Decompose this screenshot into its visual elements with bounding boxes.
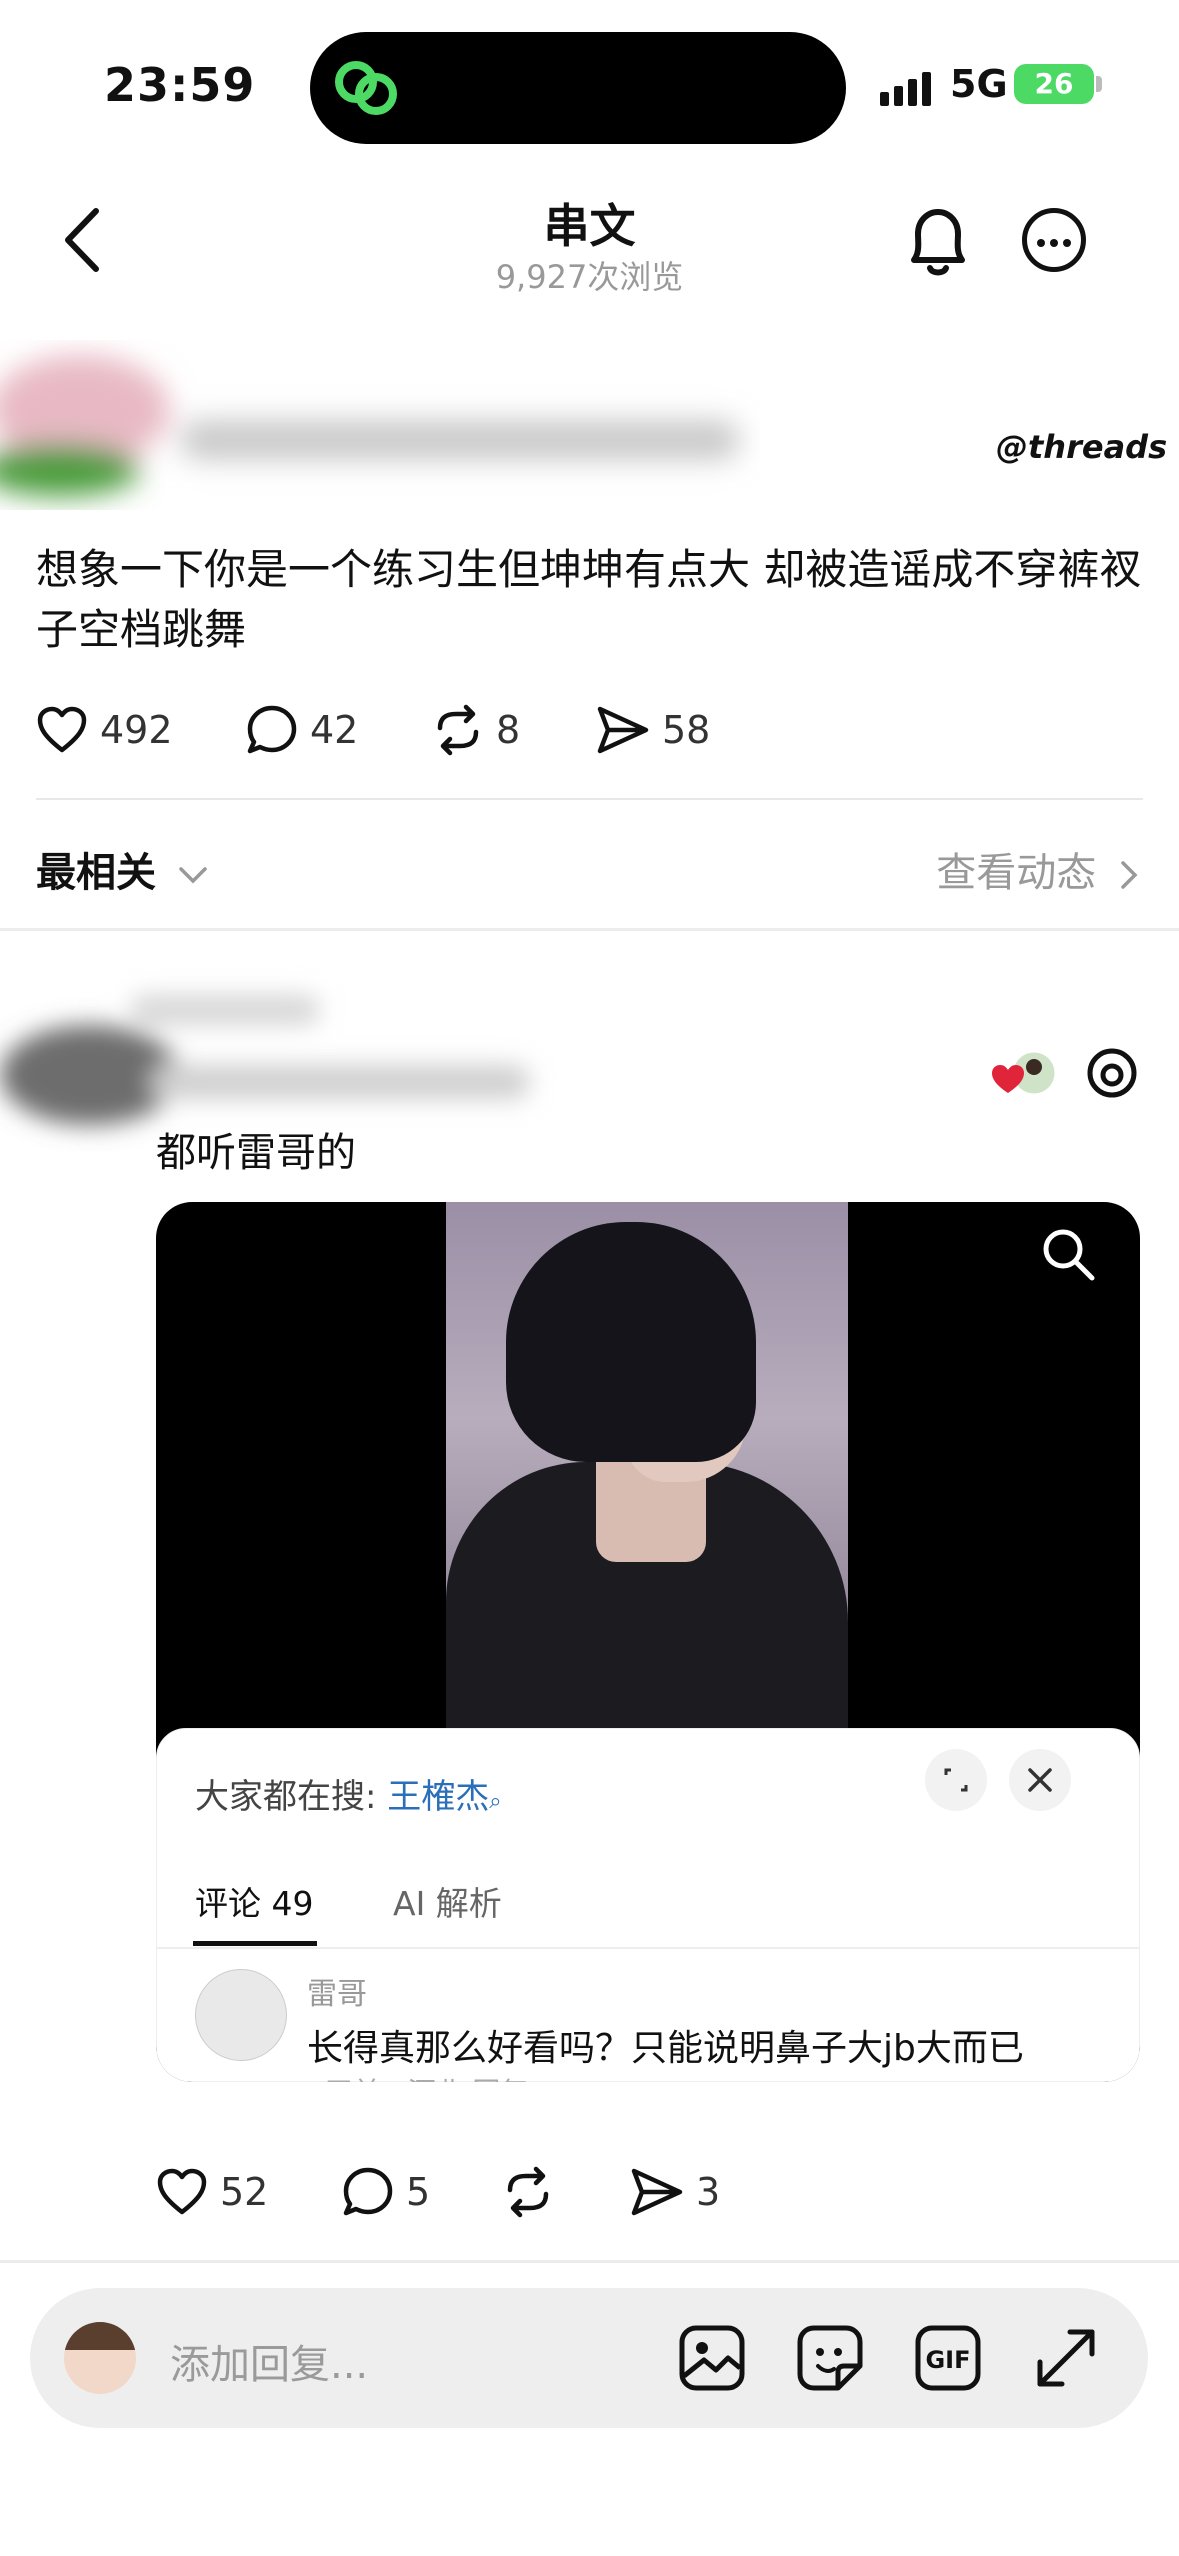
reply-media[interactable]: 大家都在搜: 王榷杰⌕ 评论 49 AI 解析 雷哥 长得真那么好看吗？只能说明… (156, 1202, 1140, 2082)
repost-icon (437, 704, 479, 756)
status-time: 23:59 (104, 58, 256, 112)
comment-count: 5 (406, 2170, 431, 2214)
avatar (64, 2322, 136, 2394)
reply-input[interactable]: 添加回复... (170, 2332, 368, 2390)
battery-cap (1096, 76, 1102, 92)
expand-arrow-icon[interactable] (1030, 2322, 1102, 2394)
photo (446, 1202, 848, 1742)
repost-count: 8 (496, 708, 521, 752)
avatar-hair (64, 2322, 136, 2350)
comment-icon (343, 2167, 393, 2216)
author-blurred (0, 355, 740, 496)
heart-icon (37, 706, 87, 753)
repost-button[interactable] (502, 2166, 554, 2218)
reply-text: 都听雷哥的 (156, 1130, 356, 1176)
search-icon: ⌕ (489, 1789, 502, 1814)
like-button[interactable]: 52 (156, 2168, 268, 2216)
post-text: 想象一下你是一个练习生但坤坤有点大 却被造谣成不穿裤衩子空档跳舞 (36, 545, 1142, 654)
like-count: 52 (220, 2170, 269, 2214)
view-activity-link[interactable]: 查看动态 (936, 840, 1139, 898)
page-title: 串文 (543, 199, 636, 253)
signal-icon (880, 72, 931, 106)
tab-ai-analysis[interactable]: AI 解析 (393, 1877, 502, 1925)
comment-button[interactable]: 5 (342, 2166, 430, 2218)
threads-brand: @threads (996, 428, 1168, 466)
share-count: 3 (696, 2170, 721, 2214)
comment-author[interactable]: 雷哥 (307, 1969, 367, 2013)
comment-meta: 1天前 · 河北 回复 (307, 2071, 528, 2082)
comment-count: 42 (310, 708, 359, 752)
tab-underline (193, 1941, 317, 1946)
like-count: 492 (100, 708, 173, 752)
app-link-icon (335, 61, 397, 115)
share-count: 58 (662, 708, 711, 752)
close-icon (1028, 1768, 1052, 1792)
expand-icon (944, 1768, 968, 1792)
post-stats: 492 42 8 58 (0, 700, 1179, 760)
reply-composer[interactable]: 添加回复... GIF (30, 2288, 1148, 2428)
gif-icon[interactable]: GIF (912, 2322, 984, 2394)
share-icon (631, 2168, 683, 2216)
repost-button[interactable]: 8 (432, 704, 520, 756)
comment-text: 长得真那么好看吗？只能说明鼻子大jb大而已 (307, 2028, 1024, 2069)
expand-button[interactable] (925, 1749, 987, 1811)
battery-level: 26 (1014, 64, 1094, 104)
chevron-right-icon (1121, 861, 1138, 889)
image-icon[interactable] (676, 2322, 748, 2394)
threads-icon: @ (996, 428, 1028, 466)
comment-sheet: 大家都在搜: 王榷杰⌕ 评论 49 AI 解析 雷哥 长得真那么好看吗？只能说明… (156, 1728, 1140, 2082)
heart-icon (157, 2168, 207, 2215)
share-button[interactable]: 3 (630, 2167, 720, 2217)
share-icon (597, 706, 649, 754)
trending-search[interactable]: 大家都在搜: 王榷杰⌕ (195, 1769, 502, 1818)
network-type: 5G (950, 62, 1008, 106)
sheet-divider (157, 1947, 1140, 1949)
bell-icon[interactable] (900, 202, 976, 282)
reply-stats: 52 5 3 (0, 2162, 1179, 2222)
tab-comments[interactable]: 评论 49 (195, 1877, 313, 1925)
comment-button[interactable]: 42 (246, 704, 358, 756)
repost-icon (507, 2166, 549, 2218)
share-button[interactable]: 58 (596, 705, 710, 755)
section-divider (0, 2260, 1179, 2263)
more-icon[interactable] (1022, 208, 1086, 272)
avatar[interactable] (195, 1969, 287, 2061)
search-icon[interactable] (1038, 1224, 1098, 1284)
svg-text:GIF: GIF (925, 2346, 970, 2374)
divider (36, 798, 1143, 800)
sort-dropdown[interactable]: 最相关 (36, 840, 208, 898)
sticker-icon[interactable] (794, 2322, 866, 2394)
view-count: 9,927次浏览 (495, 258, 684, 296)
chevron-down-icon (179, 867, 207, 884)
close-button[interactable] (1009, 1749, 1071, 1811)
liked-by-avatars[interactable] (990, 1045, 1062, 1101)
photo-hair (506, 1222, 756, 1462)
threads-icon[interactable] (1084, 1045, 1140, 1101)
section-divider (0, 928, 1179, 931)
like-button[interactable]: 492 (36, 706, 173, 754)
comment-icon (247, 705, 297, 754)
